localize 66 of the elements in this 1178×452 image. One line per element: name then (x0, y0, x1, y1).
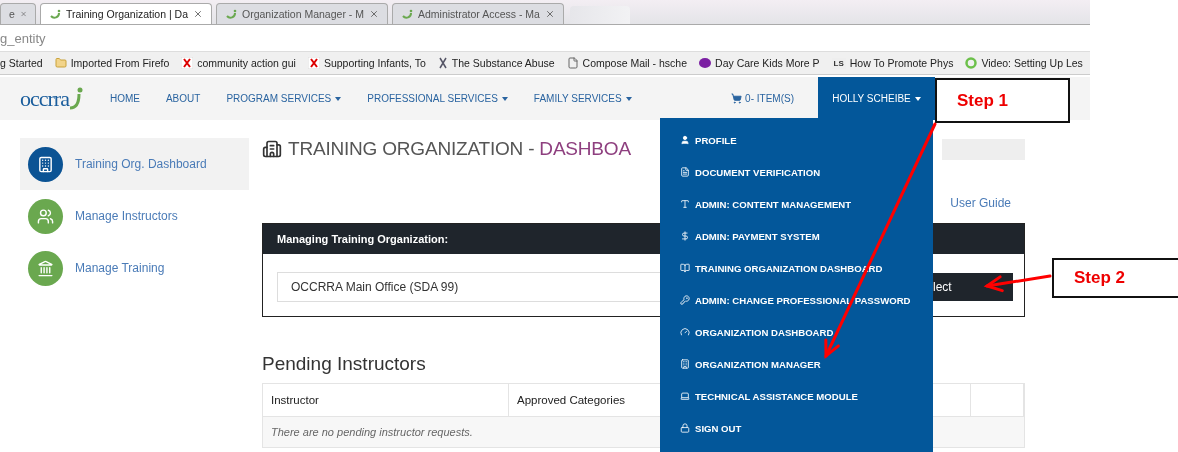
key-icon (680, 295, 690, 305)
bookmark-link[interactable]: Video: Setting Up Les (981, 57, 1083, 69)
folder-icon (54, 57, 67, 69)
close-icon[interactable] (544, 9, 555, 19)
bookmark-link[interactable]: Compose Mail - hsche (582, 57, 688, 69)
address-text[interactable]: g_entity (0, 30, 46, 46)
close-icon[interactable] (193, 9, 203, 19)
nav-link[interactable]: HOME (96, 93, 153, 104)
select-button[interactable]: lect (933, 273, 1013, 301)
nav-link[interactable]: PROGRAM SERVICES (213, 93, 355, 104)
landmark-icon (37, 259, 54, 277)
sidebar-item[interactable]: Manage Instructors (20, 190, 249, 242)
menu-item[interactable]: DOCUMENT VERIFICATION (660, 156, 933, 188)
x-mark-icon (181, 57, 194, 69)
bookmark-link[interactable]: Supporting Infants, To (323, 57, 426, 69)
site-favicon-icon (400, 8, 413, 20)
browser-tab[interactable]: Training Organization | Da (40, 3, 212, 24)
lock-icon (680, 423, 690, 433)
dollar-icon (680, 231, 690, 241)
close-icon[interactable] (368, 9, 379, 19)
page-icon (566, 57, 579, 69)
menu-item[interactable]: ORGANIZATION MANAGER (660, 348, 933, 380)
bookmark-link[interactable]: community action gui (197, 57, 296, 69)
sidebar-item[interactable]: Manage Training (20, 242, 249, 294)
arrow (983, 274, 1052, 293)
text-icon (680, 199, 690, 209)
bookmark-link[interactable]: The Substance Abuse (451, 57, 555, 69)
site-favicon-icon (49, 8, 61, 20)
menu-item[interactable]: ORGANIZATION DASHBOARD (660, 316, 933, 348)
bookmark-link[interactable]: Imported From Firefo (70, 57, 170, 69)
gauge-icon (680, 327, 690, 337)
laptop-icon (680, 391, 690, 401)
bookmark-link[interactable]: Day Care Kids More P (715, 57, 820, 69)
sidebar-item[interactable]: Training Org. Dashboard (20, 138, 249, 190)
menu-item[interactable]: PROFILE (660, 124, 933, 156)
logo-swoosh-icon (68, 85, 83, 112)
building-icon (37, 155, 54, 173)
cart-icon[interactable] (731, 93, 743, 104)
book-icon (680, 263, 690, 273)
building-icon (680, 359, 690, 369)
step-callout: Step 2 (1052, 258, 1178, 298)
browser-tab[interactable]: e (0, 3, 36, 24)
nav-link[interactable]: PROFESSIONAL SERVICES (354, 93, 521, 104)
cross-icon (437, 57, 448, 69)
user-menu-button[interactable]: HOLLY SCHEIBE (818, 77, 935, 120)
bookmark-link[interactable]: g Started (0, 57, 43, 69)
menu-item[interactable]: ADMIN: CONTENT MANAGEMENT (660, 188, 933, 220)
section-heading: Pending Instructors (262, 353, 426, 375)
user-icon (680, 135, 690, 145)
site-favicon-icon (225, 8, 237, 20)
browser-tab[interactable]: Administrator Access - Ma (391, 3, 564, 24)
cart-link[interactable]: 0- ITEM(S) (745, 93, 794, 104)
people-icon (37, 207, 54, 225)
browser-tab[interactable]: Organization Manager - M (216, 3, 388, 24)
x-mark-icon (307, 57, 320, 69)
user-guide-link[interactable]: User Guide (950, 196, 1011, 212)
ring-icon (965, 57, 978, 69)
page-title: TRAINING ORGANIZATION - DASHBOA (288, 138, 631, 160)
bookmark-link[interactable]: How To Promote Phys (849, 57, 954, 69)
site-logo[interactable]: occrra (20, 85, 69, 112)
step-callout: Step 1 (935, 78, 1070, 123)
building-icon (262, 139, 282, 159)
document-icon (680, 167, 690, 177)
nav-link[interactable]: ABOUT (152, 93, 214, 104)
nav-link[interactable]: FAMILY SERVICES (520, 93, 645, 104)
oval-icon (699, 58, 712, 68)
